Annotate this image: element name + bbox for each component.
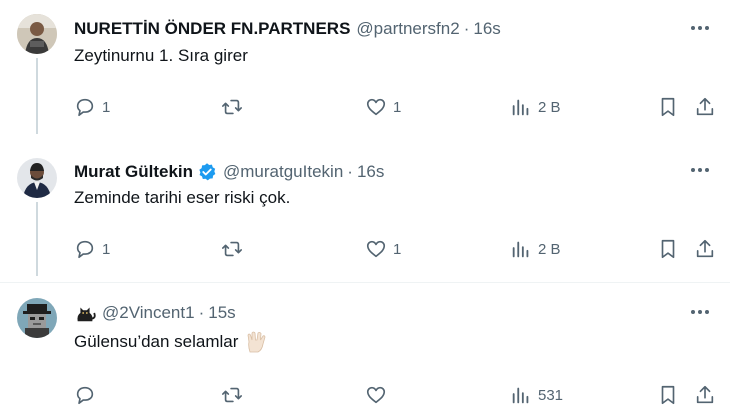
more-options-button[interactable] xyxy=(686,302,714,322)
share-button[interactable] xyxy=(694,236,716,262)
heart-icon xyxy=(366,98,386,116)
tweet-1[interactable]: NURETTİN ÖNDER FN.PARTNERS @partnersfn2 … xyxy=(0,12,730,134)
avatar-photo xyxy=(17,14,57,54)
reply-icon xyxy=(76,98,94,117)
views-count: 2 B xyxy=(538,98,561,116)
reply-icon xyxy=(76,240,94,259)
vulcan-salute-emoji-icon xyxy=(246,330,268,354)
bookmark-button[interactable] xyxy=(657,94,679,120)
retweet-button[interactable] xyxy=(221,94,249,120)
views-button[interactable]: 2 B xyxy=(510,94,561,120)
bookmark-icon xyxy=(661,97,675,117)
like-button[interactable] xyxy=(365,382,393,408)
timestamp[interactable]: 15s xyxy=(208,303,235,323)
heart-icon xyxy=(366,386,386,404)
thread-line xyxy=(36,202,38,276)
action-bar: 1 1 2 B xyxy=(74,236,714,262)
views-chart-icon xyxy=(512,387,529,404)
like-button[interactable]: 1 xyxy=(365,94,401,120)
retweet-button[interactable] xyxy=(221,236,249,262)
cat-emoji-icon xyxy=(74,302,96,324)
reply-icon xyxy=(76,386,94,405)
more-icon xyxy=(691,26,709,30)
bookmark-icon xyxy=(661,385,675,405)
separator-dot: · xyxy=(198,303,205,322)
tweet-text-content: Zeminde tarihi eser riski çok. xyxy=(74,188,291,207)
separator-dot: · xyxy=(347,162,353,181)
pixel-art-avatar xyxy=(17,298,57,338)
action-bar: 531 xyxy=(74,382,714,408)
reply-button[interactable]: 1 xyxy=(74,236,110,262)
tweet-text: Zeminde tarihi eser riski çok. xyxy=(74,188,290,208)
timestamp[interactable]: 16s xyxy=(357,162,384,182)
user-handle[interactable]: @2Vincent1 xyxy=(102,303,195,323)
like-button[interactable]: 1 xyxy=(365,236,401,262)
tweet-text-content: Zeytinurnu 1. Sıra girer xyxy=(74,46,248,65)
share-button[interactable] xyxy=(694,382,716,408)
avatar[interactable] xyxy=(17,14,57,54)
bookmark-button[interactable] xyxy=(657,382,679,408)
tweet-2[interactable]: Murat Gültekin @muratguItekin · 16s Zemi… xyxy=(0,152,730,280)
tweet-text: Gülensu’dan selamlar xyxy=(74,330,268,354)
share-icon xyxy=(696,385,714,404)
bookmark-button[interactable] xyxy=(657,236,679,262)
share-icon xyxy=(696,239,714,258)
verified-badge-icon xyxy=(197,162,217,182)
reply-button[interactable] xyxy=(74,382,102,408)
retweet-icon xyxy=(222,241,242,257)
tweet-header: NURETTİN ÖNDER FN.PARTNERS @partnersfn2 … xyxy=(74,16,690,42)
more-icon xyxy=(691,168,709,172)
views-count: 531 xyxy=(538,386,564,404)
avatar[interactable] xyxy=(17,158,57,198)
share-button[interactable] xyxy=(694,94,716,120)
tweet-header: Murat Gültekin @muratguItekin · 16s xyxy=(74,159,690,185)
separator-dot: · xyxy=(463,19,470,38)
reply-button[interactable]: 1 xyxy=(74,94,110,120)
views-chart-icon xyxy=(512,241,529,258)
views-button[interactable]: 2 B xyxy=(510,236,561,262)
like-count: 1 xyxy=(393,240,402,258)
user-handle[interactable]: @muratguItekin xyxy=(223,162,343,182)
more-options-button[interactable] xyxy=(686,160,714,180)
display-name[interactable]: Murat Gültekin xyxy=(74,162,193,182)
action-bar: 1 1 2 B xyxy=(74,94,714,120)
heart-icon xyxy=(366,240,386,258)
retweet-button[interactable] xyxy=(221,382,249,408)
avatar[interactable] xyxy=(17,298,57,338)
more-options-button[interactable] xyxy=(686,18,714,38)
thread-line xyxy=(36,58,38,134)
reply-count: 1 xyxy=(102,240,111,258)
tweet-text: Zeytinurnu 1. Sıra girer xyxy=(74,46,248,66)
more-icon xyxy=(691,310,709,314)
tweet-3[interactable]: @2Vincent1 · 15s Gülensu’dan selamlar 53… xyxy=(0,294,730,420)
reply-count: 1 xyxy=(102,98,111,116)
tweet-text-content: Gülensu’dan selamlar xyxy=(74,332,239,351)
views-button[interactable]: 531 xyxy=(510,382,563,408)
views-chart-icon xyxy=(512,99,529,116)
tweet-header: @2Vincent1 · 15s xyxy=(74,300,690,326)
share-icon xyxy=(696,97,714,116)
avatar-photo xyxy=(17,158,57,198)
retweet-icon xyxy=(222,99,242,115)
display-name[interactable]: NURETTİN ÖNDER FN.PARTNERS xyxy=(74,19,350,39)
timestamp[interactable]: 16s xyxy=(473,19,500,39)
user-handle[interactable]: @partnersfn2 xyxy=(356,19,459,39)
retweet-icon xyxy=(222,387,242,403)
views-count: 2 B xyxy=(538,240,561,258)
like-count: 1 xyxy=(393,98,402,116)
bookmark-icon xyxy=(661,239,675,259)
tweet-divider xyxy=(0,282,730,283)
